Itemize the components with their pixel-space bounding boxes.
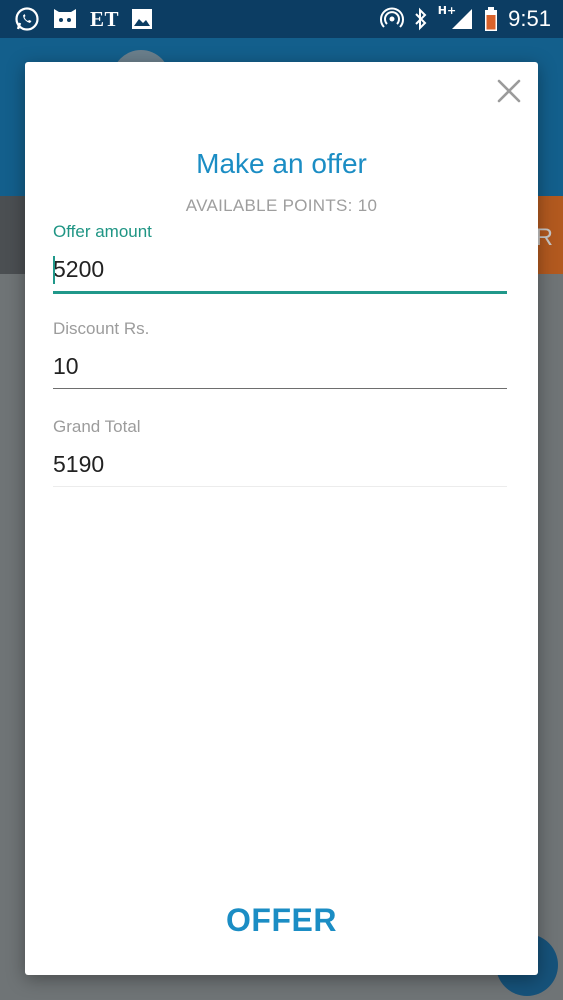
clock-time: 9:51 (508, 6, 551, 31)
signal-icon: H+ (437, 3, 474, 31)
offer-amount-field: Offer amount (53, 222, 507, 294)
et-app-text: ET (90, 6, 120, 31)
discount-input[interactable] (53, 349, 507, 389)
available-points-label: AVAILABLE POINTS: 10 (185, 196, 378, 215)
cat-app-icon (52, 7, 78, 31)
text-cursor (53, 256, 55, 284)
discount-field: Discount Rs. (53, 319, 507, 389)
make-offer-dialog: Make an offer AVAILABLE POINTS: 10 Offer… (25, 62, 538, 975)
close-icon (497, 79, 521, 103)
offer-button[interactable]: OFFER (25, 902, 538, 939)
status-bar: ET H+ 9:51 (0, 0, 563, 38)
bluetooth-icon (414, 7, 428, 31)
network-type-label: H+ (437, 3, 457, 17)
battery-icon (484, 7, 498, 31)
grand-total-input (53, 447, 507, 487)
app-action-button-label: R (535, 224, 553, 251)
offer-amount-label: Offer amount (53, 222, 152, 241)
offer-amount-input[interactable] (53, 252, 507, 294)
discount-label: Discount Rs. (53, 319, 150, 338)
whatsapp-icon (14, 6, 40, 32)
close-button[interactable] (494, 76, 524, 106)
hotspot-icon (379, 7, 404, 31)
grand-total-label: Grand Total (53, 417, 141, 436)
grand-total-field: Grand Total (53, 417, 507, 487)
image-icon (131, 8, 153, 30)
dialog-title: Make an offer (196, 148, 367, 179)
